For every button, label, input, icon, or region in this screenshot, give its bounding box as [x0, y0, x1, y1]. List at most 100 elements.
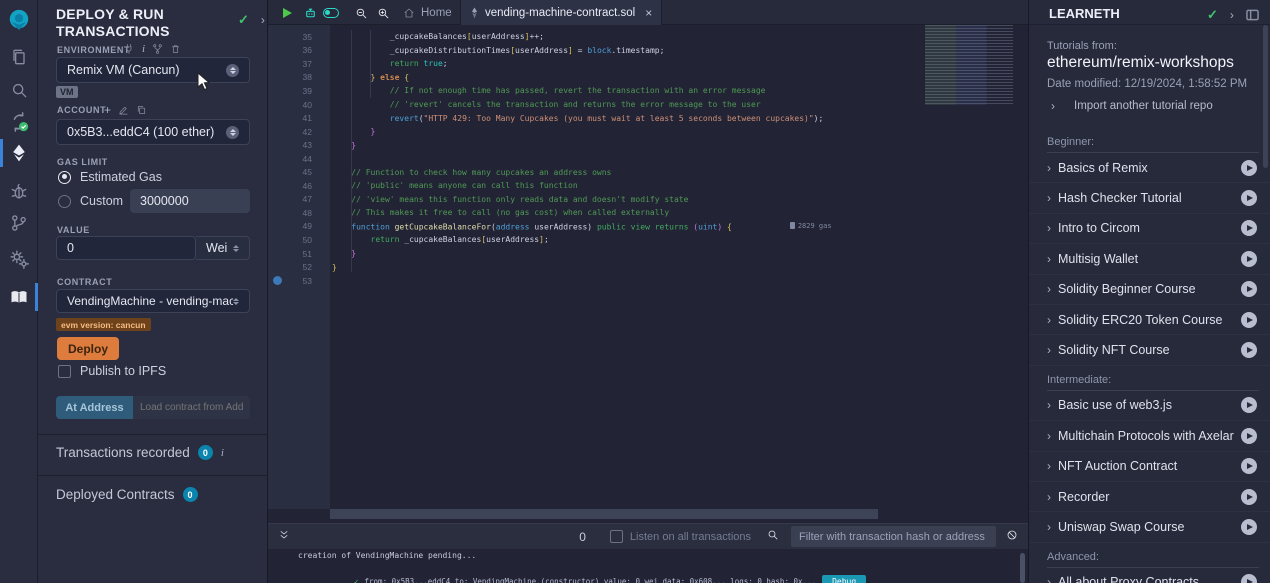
value-unit-select[interactable]: Wei	[196, 236, 250, 260]
at-address-input[interactable]	[133, 396, 250, 419]
tutorial-item[interactable]: ›Basics of Remix	[1029, 153, 1270, 183]
terminal-search-icon[interactable]	[767, 528, 779, 546]
debugger-icon[interactable]	[7, 180, 31, 204]
fork-icon[interactable]	[152, 43, 163, 55]
line-number[interactable]: 42	[268, 127, 312, 137]
line-number[interactable]: 46	[268, 181, 312, 191]
zoom-in-icon[interactable]	[374, 4, 392, 22]
tutorial-item[interactable]: ›Solidity ERC20 Token Course	[1029, 305, 1270, 335]
terminal-expand-icon[interactable]	[278, 528, 290, 546]
contract-select[interactable]: VendingMachine - vending-machin	[56, 289, 250, 313]
line-number[interactable]: 50	[268, 235, 312, 245]
trash-icon[interactable]	[170, 43, 181, 55]
copy-icon[interactable]	[136, 104, 147, 116]
transactions-recorded-row[interactable]: Transactions recorded 0 i	[56, 445, 224, 460]
line-number[interactable]: 47	[268, 194, 312, 204]
play-tutorial-button[interactable]	[1241, 160, 1257, 176]
deploy-button[interactable]: Deploy	[57, 337, 119, 360]
settings-icon[interactable]	[7, 247, 31, 271]
line-number[interactable]: 51	[268, 249, 312, 259]
stepper-icon[interactable]	[233, 298, 239, 305]
stepper-icon[interactable]	[226, 126, 239, 139]
plug-icon[interactable]	[123, 43, 135, 55]
deploy-and-run-icon[interactable]	[7, 141, 31, 165]
tab-vending-machine-contract[interactable]: vending-machine-contract.sol ×	[460, 0, 662, 25]
import-tutorial-repo[interactable]: › Import another tutorial repo	[1051, 99, 1213, 113]
line-number[interactable]: 35	[268, 32, 312, 42]
tab-home[interactable]: Home	[394, 0, 461, 25]
stepper-icon[interactable]	[226, 64, 239, 77]
terminal-filter-input[interactable]	[791, 526, 996, 547]
play-tutorial-button[interactable]	[1241, 342, 1257, 358]
terminal-log-tx-row[interactable]: ✓ from: 0x5B3...eddC4 to: VendingMachine…	[354, 575, 866, 583]
tutorial-item[interactable]: ›Basic use of web3.js	[1029, 391, 1270, 421]
git-icon[interactable]	[7, 211, 31, 235]
deployed-contracts-row[interactable]: Deployed Contracts 0	[56, 487, 198, 502]
tutorial-item[interactable]: ›NFT Auction Contract	[1029, 452, 1270, 482]
tutorial-item[interactable]: ›All about Proxy Contracts	[1029, 568, 1270, 583]
plus-icon[interactable]: +	[104, 103, 111, 117]
learneth-book-icon[interactable]	[7, 285, 31, 309]
line-number[interactable]: 49	[268, 221, 312, 231]
tutorial-item[interactable]: ›Hash Checker Tutorial	[1029, 183, 1270, 213]
run-script-icon[interactable]	[278, 4, 296, 22]
ai-assistant-robot-icon[interactable]	[301, 4, 319, 22]
publish-ipfs-checkbox[interactable]	[58, 365, 71, 378]
environment-select[interactable]: Remix VM (Cancun)	[56, 57, 250, 83]
panel-expand-chevron-icon[interactable]: ›	[261, 13, 265, 27]
terminal-scrollbar[interactable]	[1020, 553, 1025, 583]
play-tutorial-button[interactable]	[1241, 312, 1257, 328]
solidity-compiler-icon[interactable]	[7, 110, 31, 134]
play-tutorial-button[interactable]	[1241, 519, 1257, 535]
at-address-button[interactable]: At Address	[56, 396, 133, 419]
custom-gas-input[interactable]: 3000000	[130, 189, 250, 213]
line-number[interactable]: 43	[268, 140, 312, 150]
estimated-gas-radio[interactable]	[58, 171, 71, 184]
listen-all-checkbox[interactable]	[610, 530, 623, 543]
file-explorer-icon[interactable]	[7, 45, 31, 69]
value-input[interactable]: 0	[56, 236, 196, 260]
line-number[interactable]: 36	[268, 45, 312, 55]
copilot-toggle[interactable]	[322, 4, 340, 22]
split-view-icon[interactable]	[1246, 9, 1259, 21]
horizontal-scrollbar[interactable]	[330, 509, 878, 519]
line-number[interactable]: 44	[268, 154, 312, 164]
line-number[interactable]: 52	[268, 262, 312, 272]
play-tutorial-button[interactable]	[1241, 428, 1257, 444]
line-number[interactable]: 41	[268, 113, 312, 123]
info-icon[interactable]: i	[221, 447, 224, 459]
line-number[interactable]: 45	[268, 167, 312, 177]
tutorial-item[interactable]: ›Solidity NFT Course	[1029, 335, 1270, 365]
play-tutorial-button[interactable]	[1241, 251, 1257, 267]
tutorial-item[interactable]: ›Multisig Wallet	[1029, 244, 1270, 274]
line-number[interactable]: 37	[268, 59, 312, 69]
play-tutorial-button[interactable]	[1241, 458, 1257, 474]
remix-logo-icon[interactable]	[7, 8, 31, 32]
tutorial-item[interactable]: ›Solidity Beginner Course	[1029, 275, 1270, 305]
play-tutorial-button[interactable]	[1241, 190, 1257, 206]
info-icon[interactable]: i	[142, 43, 145, 55]
line-number[interactable]: 48	[268, 208, 312, 218]
custom-gas-radio[interactable]	[58, 195, 71, 208]
code-viewport[interactable]: 35 _cupcakeBalances[userAddress]++;36 _c…	[268, 30, 1028, 287]
close-icon[interactable]: ×	[645, 6, 652, 20]
tutorial-item[interactable]: ›Intro to Circom	[1029, 214, 1270, 244]
learneth-scrollbar[interactable]	[1263, 25, 1268, 168]
tutorial-item[interactable]: ›Recorder	[1029, 482, 1270, 512]
line-number[interactable]: 38	[268, 72, 312, 82]
play-tutorial-button[interactable]	[1241, 281, 1257, 297]
debug-button[interactable]: Debug	[822, 575, 866, 583]
learneth-expand-chevron-icon[interactable]: ›	[1230, 8, 1234, 22]
play-tutorial-button[interactable]	[1241, 397, 1257, 413]
clear-console-icon[interactable]	[1006, 528, 1018, 546]
edit-icon[interactable]	[118, 105, 129, 116]
play-tutorial-button[interactable]	[1241, 220, 1257, 236]
minimap[interactable]	[925, 25, 1013, 105]
account-select[interactable]: 0x5B3...eddC4 (100 ether)	[56, 119, 250, 145]
play-tutorial-button[interactable]	[1241, 574, 1257, 583]
line-number[interactable]: 39	[268, 86, 312, 96]
zoom-out-icon[interactable]	[352, 4, 370, 22]
stepper-icon[interactable]	[233, 245, 239, 252]
tutorial-item[interactable]: ›Multichain Protocols with Axelar	[1029, 421, 1270, 451]
play-tutorial-button[interactable]	[1241, 489, 1257, 505]
